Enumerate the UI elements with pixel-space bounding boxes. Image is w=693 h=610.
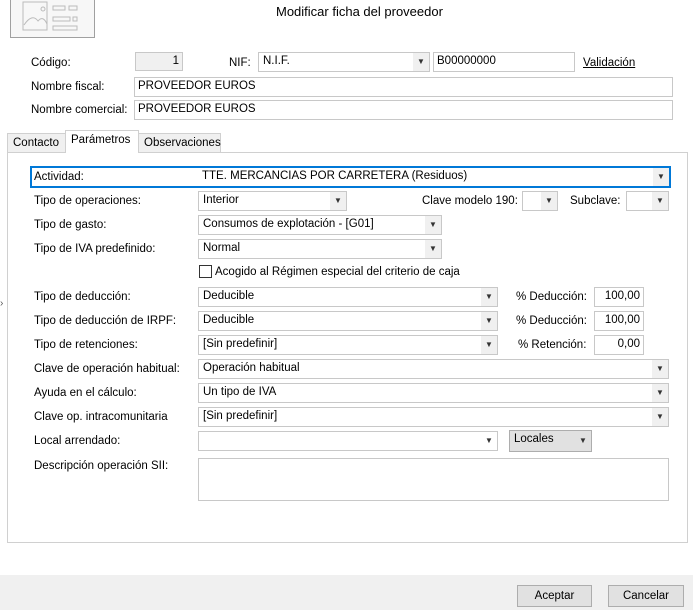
tipo-gasto-value: Consumos de explotación - [G01] bbox=[203, 218, 374, 230]
actividad-label: Actividad: bbox=[34, 171, 84, 183]
chevron-down-icon: ▼ bbox=[481, 336, 497, 354]
tab-contacto[interactable]: Contacto bbox=[7, 133, 66, 153]
tipo-iva-value: Normal bbox=[203, 242, 241, 254]
nif-type-value: N.I.F. bbox=[263, 55, 290, 67]
actividad-value: TTE. MERCANCIAS POR CARRETERA (Residuos) bbox=[202, 170, 468, 182]
chevron-down-icon: ▼ bbox=[652, 384, 668, 402]
chevron-down-icon: ▼ bbox=[413, 53, 429, 71]
local-select[interactable]: ▼ bbox=[198, 431, 498, 451]
clave-habitual-value: Operación habitual bbox=[203, 362, 300, 374]
tipo-deduccion-irpf-value: Deducible bbox=[203, 314, 255, 326]
pct-deduccion-field[interactable]: 100,00 bbox=[594, 287, 644, 307]
chevron-down-icon: ▼ bbox=[653, 168, 669, 186]
tipo-deduccion-label: Tipo de deducción: bbox=[34, 291, 131, 303]
tab-parametros[interactable]: Parámetros bbox=[65, 130, 139, 153]
nombre-fiscal-label: Nombre fiscal: bbox=[31, 81, 105, 93]
chevron-down-icon: ▼ bbox=[575, 431, 591, 451]
pct-retencion-field[interactable]: 0,00 bbox=[594, 335, 644, 355]
cancel-button[interactable]: Cancelar bbox=[608, 585, 684, 607]
chevron-down-icon: ▼ bbox=[481, 312, 497, 330]
tipo-iva-select[interactable]: Normal ▼ bbox=[198, 239, 442, 259]
tipo-retenciones-value: [Sin predefinir] bbox=[203, 338, 278, 350]
tipo-retenciones-label: Tipo de retenciones: bbox=[34, 339, 138, 351]
criterio-caja-checkbox[interactable] bbox=[199, 265, 212, 278]
tipo-iva-label: Tipo de IVA predefinido: bbox=[34, 243, 156, 255]
clave-habitual-label: Clave de operación habitual: bbox=[34, 363, 180, 375]
tipo-deduccion-value: Deducible bbox=[203, 290, 255, 302]
tipo-deduccion-irpf-label: Tipo de deducción de IRPF: bbox=[34, 315, 177, 327]
nombre-fiscal-field[interactable]: PROVEEDOR EUROS bbox=[134, 77, 673, 97]
collapse-arrow-icon[interactable]: › bbox=[0, 298, 3, 309]
tipo-retenciones-select[interactable]: [Sin predefinir] ▼ bbox=[198, 335, 498, 355]
chevron-down-icon: ▼ bbox=[481, 432, 497, 450]
chevron-down-icon: ▼ bbox=[481, 288, 497, 306]
pct-deduccion-irpf-field[interactable]: 100,00 bbox=[594, 311, 644, 331]
dialog-title: Modificar ficha del proveedor bbox=[276, 4, 443, 19]
codigo-field: 1 bbox=[135, 52, 183, 71]
locales-button[interactable]: Locales ▼ bbox=[509, 430, 592, 452]
nif-field[interactable]: B00000000 bbox=[433, 52, 575, 72]
ayuda-select[interactable]: Un tipo de IVA ▼ bbox=[198, 383, 669, 403]
tipo-deduccion-select[interactable]: Deducible ▼ bbox=[198, 287, 498, 307]
accept-button[interactable]: Aceptar bbox=[517, 585, 592, 607]
tipo-deduccion-irpf-select[interactable]: Deducible ▼ bbox=[198, 311, 498, 331]
locales-label: Locales bbox=[514, 433, 554, 445]
intracom-value: [Sin predefinir] bbox=[203, 410, 278, 422]
tipo-operaciones-value: Interior bbox=[203, 194, 239, 206]
image-placeholder-icon bbox=[22, 1, 78, 31]
pct-retencion-label: % Retención: bbox=[518, 339, 587, 351]
tab-observaciones[interactable]: Observaciones bbox=[138, 133, 221, 153]
subclave-select[interactable]: ▼ bbox=[626, 191, 669, 211]
nif-type-select[interactable]: N.I.F. ▼ bbox=[258, 52, 430, 72]
intracom-label: Clave op. intracomunitaria bbox=[34, 411, 168, 423]
ayuda-value: Un tipo de IVA bbox=[203, 386, 277, 398]
pct-deduccion-irpf-label: % Deducción: bbox=[516, 315, 587, 327]
pct-deduccion-label: % Deducción: bbox=[516, 291, 587, 303]
criterio-caja-label[interactable]: Acogido al Régimen especial del criterio… bbox=[215, 266, 460, 278]
clave190-label: Clave modelo 190: bbox=[422, 195, 518, 207]
chevron-down-icon: ▼ bbox=[652, 192, 668, 210]
local-label: Local arrendado: bbox=[34, 435, 121, 447]
tipo-gasto-select[interactable]: Consumos de explotación - [G01] ▼ bbox=[198, 215, 442, 235]
image-placeholder[interactable] bbox=[10, 0, 95, 38]
chevron-down-icon: ▼ bbox=[652, 360, 668, 378]
chevron-down-icon: ▼ bbox=[425, 240, 441, 258]
chevron-down-icon: ▼ bbox=[330, 192, 346, 210]
clave-habitual-select[interactable]: Operación habitual ▼ bbox=[198, 359, 669, 379]
chevron-down-icon: ▼ bbox=[652, 408, 668, 426]
actividad-select[interactable]: TTE. MERCANCIAS POR CARRETERA (Residuos)… bbox=[198, 168, 669, 186]
validacion-link[interactable]: Validación bbox=[583, 57, 635, 69]
tipo-operaciones-label: Tipo de operaciones: bbox=[34, 195, 141, 207]
ayuda-label: Ayuda en el cálculo: bbox=[34, 387, 137, 399]
descripcion-textarea[interactable] bbox=[198, 458, 669, 501]
nif-label: NIF: bbox=[229, 57, 251, 69]
chevron-down-icon: ▼ bbox=[541, 192, 557, 210]
descripcion-label: Descripción operación SII: bbox=[34, 460, 169, 472]
codigo-label: Código: bbox=[31, 57, 71, 69]
nombre-comercial-label: Nombre comercial: bbox=[31, 104, 128, 116]
subclave-label: Subclave: bbox=[570, 195, 621, 207]
chevron-down-icon: ▼ bbox=[425, 216, 441, 234]
tipo-operaciones-select[interactable]: Interior ▼ bbox=[198, 191, 347, 211]
clave190-select[interactable]: ▼ bbox=[522, 191, 558, 211]
nombre-comercial-field[interactable]: PROVEEDOR EUROS bbox=[134, 100, 673, 120]
tipo-gasto-label: Tipo de gasto: bbox=[34, 219, 107, 231]
intracom-select[interactable]: [Sin predefinir] ▼ bbox=[198, 407, 669, 427]
